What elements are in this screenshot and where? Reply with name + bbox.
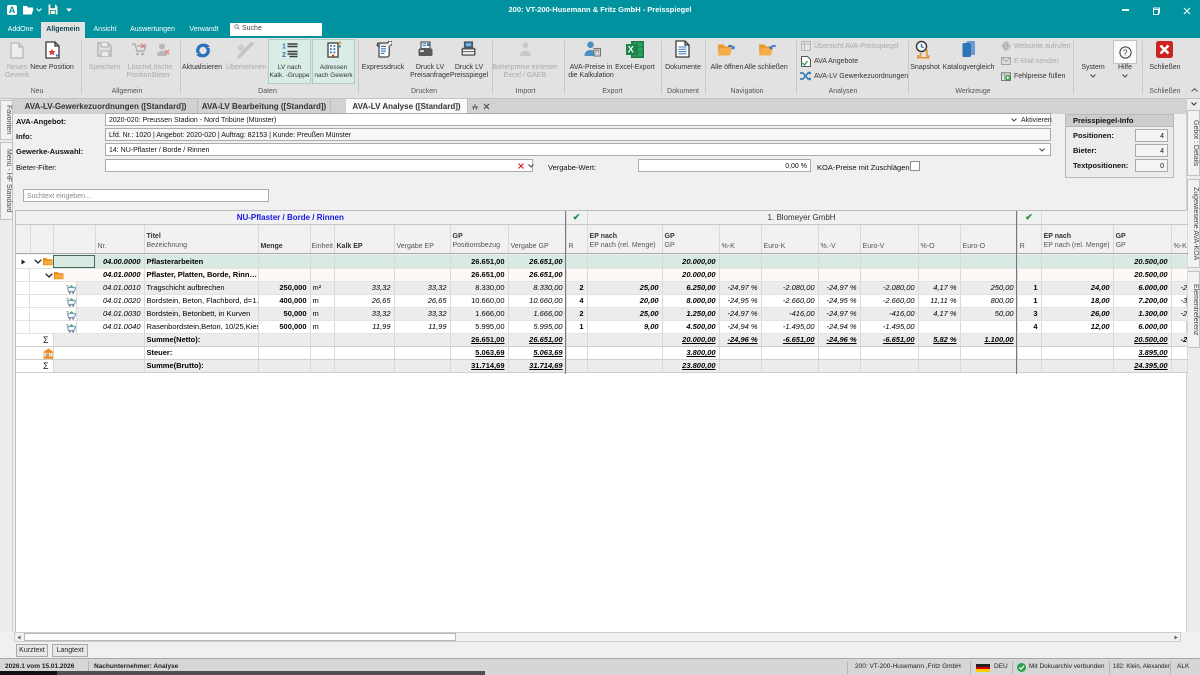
svg-text:X: X <box>628 45 634 55</box>
svg-text:2: 2 <box>282 52 286 58</box>
svg-text:1: 1 <box>282 44 286 51</box>
svg-text:?: ? <box>1123 49 1128 58</box>
